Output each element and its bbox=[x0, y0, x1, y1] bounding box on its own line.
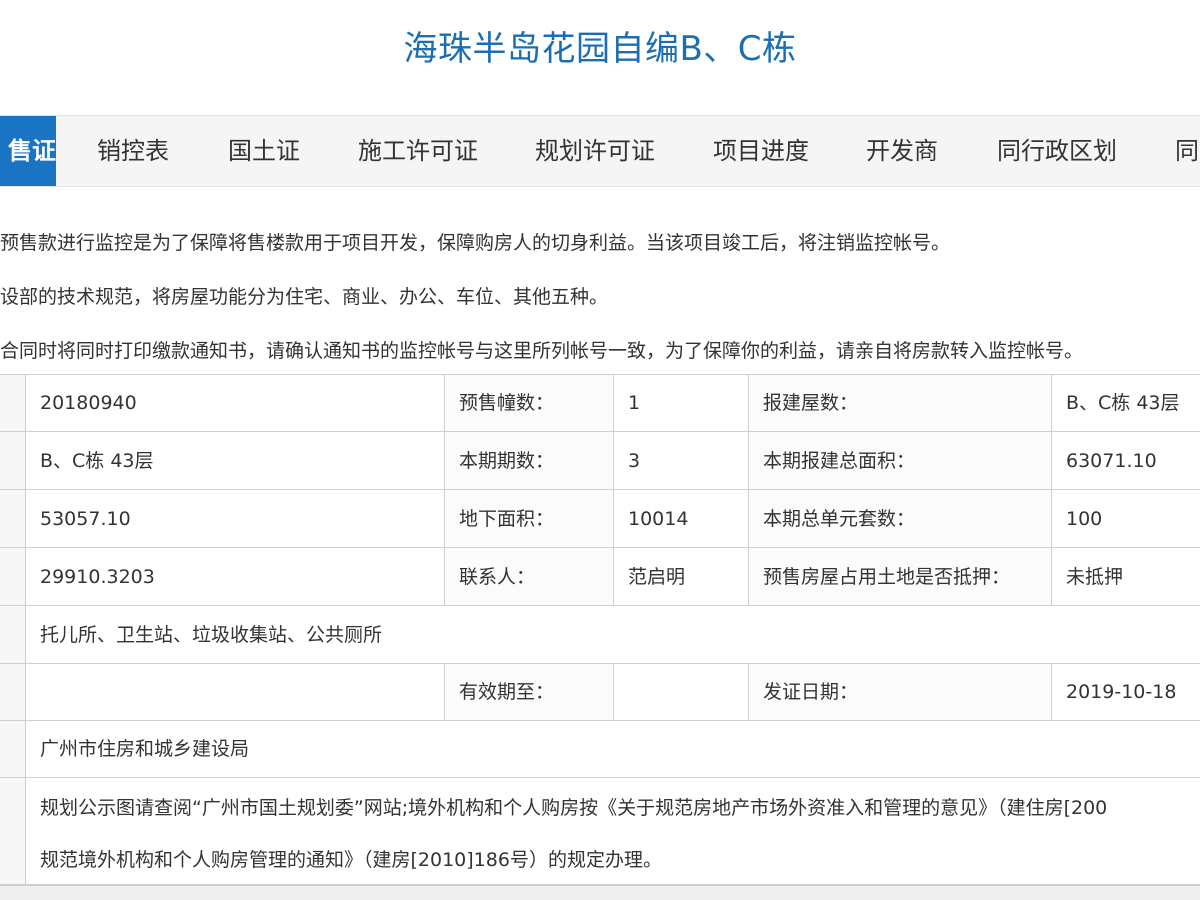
certificate-table: 20180940 预售幢数： 1 报建屋数： B、C栋 43层 B、C栋 43层… bbox=[0, 374, 1200, 886]
row-label-stub bbox=[0, 721, 26, 778]
tab-same-more[interactable]: 同 bbox=[1175, 116, 1199, 186]
current-phase-label: 本期期数： bbox=[445, 432, 614, 490]
contact-person-label: 联系人： bbox=[445, 548, 614, 606]
row-label-stub bbox=[0, 375, 26, 432]
row-label-stub bbox=[0, 778, 26, 885]
validity-blank-cell bbox=[26, 664, 445, 721]
tab-sales-control[interactable]: 销控表 bbox=[97, 116, 169, 186]
certificate-number-value: 20180940 bbox=[26, 375, 445, 432]
issue-date-value: 2019-10-18 bbox=[1052, 664, 1200, 721]
building-scope-value: B、C栋 43层 bbox=[26, 432, 445, 490]
tab-developer[interactable]: 开发商 bbox=[866, 116, 938, 186]
notice-line-3: 合同时将同时打印缴款通知书，请确认通知书的监控帐号与这里所列帐号一致，为了保障你… bbox=[0, 340, 1084, 362]
issue-date-label: 发证日期： bbox=[749, 664, 1052, 721]
page-title: 海珠半岛花园自编B、C栋 bbox=[403, 29, 797, 69]
presale-buildings-label: 预售幢数： bbox=[445, 375, 614, 432]
notice-line-2: 设部的技术规范，将房屋功能分为住宅、商业、办公、车位、其他五种。 bbox=[0, 286, 609, 308]
tab-land-certificate[interactable]: 国土证 bbox=[228, 116, 300, 186]
presale-buildings-value: 1 bbox=[614, 375, 749, 432]
total-reported-area-value: 63071.10 bbox=[1052, 432, 1200, 490]
tab-project-progress[interactable]: 项目进度 bbox=[713, 116, 809, 186]
current-phase-value: 3 bbox=[614, 432, 749, 490]
valid-until-value bbox=[614, 664, 749, 721]
row-label-stub bbox=[0, 606, 26, 664]
issuing-authority-value: 广州市住房和城乡建设局 bbox=[26, 721, 1200, 778]
tab-bar: 售证 销控表 国土证 施工许可证 规划许可证 项目进度 开发商 同行政区划 同 bbox=[0, 115, 1200, 187]
page-footer-strip bbox=[0, 886, 1200, 900]
underground-area-label: 地下面积： bbox=[445, 490, 614, 548]
total-reported-area-label: 本期报建总面积： bbox=[749, 432, 1052, 490]
remark-line-1: 规划公示图请查阅“广州市国土规划委”网站;境外机构和个人购房按《关于规范房地产市… bbox=[40, 797, 1108, 819]
contact-person-value: 范启明 bbox=[614, 548, 749, 606]
valid-until-label: 有效期至： bbox=[445, 664, 614, 721]
total-units-value: 100 bbox=[1052, 490, 1200, 548]
land-mortgage-label: 预售房屋占用土地是否抵押： bbox=[749, 548, 1052, 606]
tab-same-district[interactable]: 同行政区划 bbox=[997, 116, 1117, 186]
remark-cell: 规划公示图请查阅“广州市国土规划委”网站;境外机构和个人购房按《关于规范房地产市… bbox=[26, 778, 1200, 885]
row-label-stub bbox=[0, 490, 26, 548]
tab-planning-permit[interactable]: 规划许可证 bbox=[535, 116, 655, 186]
total-units-label: 本期总单元套数： bbox=[749, 490, 1052, 548]
tab-sale-certificate[interactable]: 售证 bbox=[0, 116, 56, 186]
notice-line-1: 预售款进行监控是为了保障将售楼款用于项目开发，保障购房人的切身利益。当该项目竣工… bbox=[0, 232, 951, 254]
tab-construction-permit[interactable]: 施工许可证 bbox=[358, 116, 478, 186]
remark-line-2: 规范境外机构和个人购房管理的通知》（建房[2010]186号）的规定办理。 bbox=[40, 849, 662, 871]
presale-area-value: 53057.10 bbox=[26, 490, 445, 548]
land-value: 29910.3203 bbox=[26, 548, 445, 606]
reported-floors-value: B、C栋 43层 bbox=[1052, 375, 1200, 432]
land-mortgage-value: 未抵押 bbox=[1052, 548, 1200, 606]
row-label-stub bbox=[0, 548, 26, 606]
reported-floors-label: 报建屋数： bbox=[749, 375, 1052, 432]
facilities-value: 托儿所、卫生站、垃圾收集站、公共厕所 bbox=[26, 606, 1200, 664]
row-label-stub bbox=[0, 664, 26, 721]
underground-area-value: 10014 bbox=[614, 490, 749, 548]
row-label-stub bbox=[0, 432, 26, 490]
